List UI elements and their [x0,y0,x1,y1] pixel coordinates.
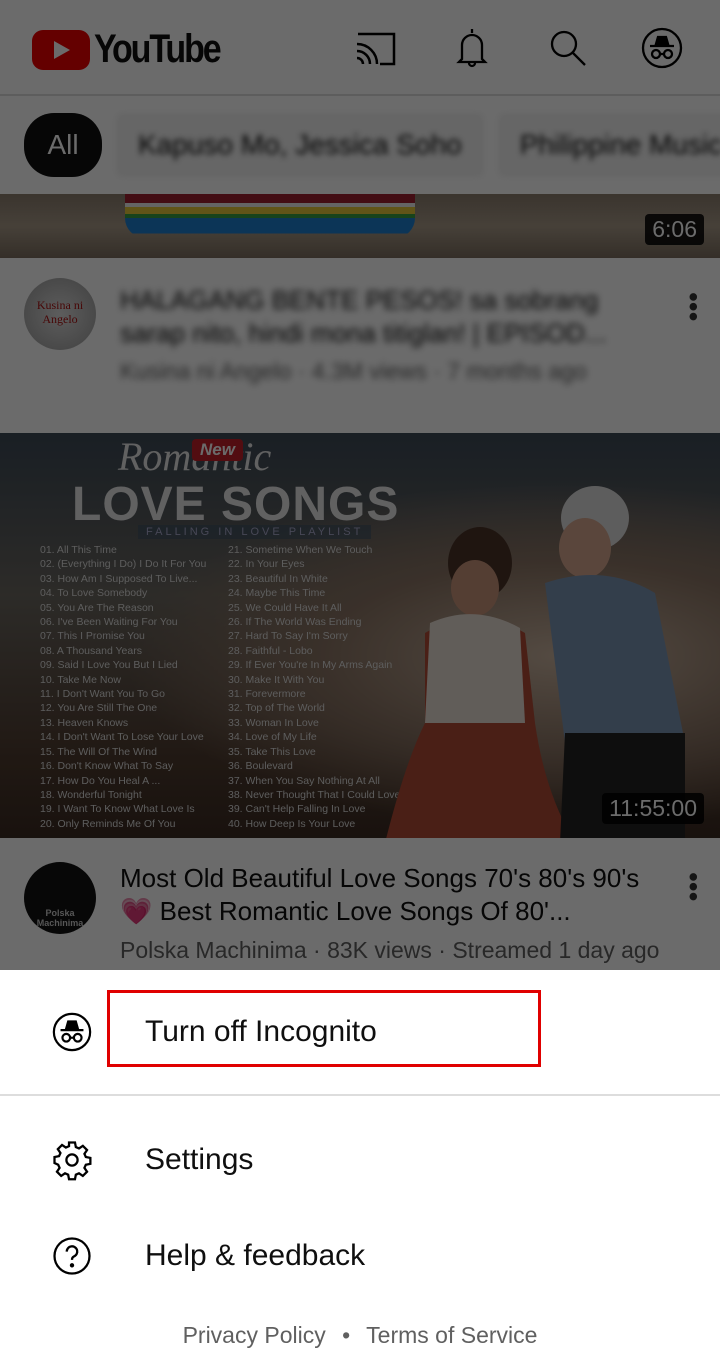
song-list-right: 21. Sometime When We Touch 22. In Your Ey… [228,543,400,831]
song-item: 13. Heaven Knows [40,716,129,729]
song-item: 04. To Love Somebody [40,587,148,600]
divider [0,1094,720,1096]
song-item: 01. All This Time [40,544,117,556]
menu-item-settings[interactable]: Settings [0,1120,720,1200]
song-item: 28. Faithful - Lobo [228,644,313,657]
video-thumbnail[interactable]: Romantic New LOVE SONGS FALLING IN LOVE … [0,433,720,838]
play-logo-icon [32,29,90,70]
song-item: 08. A Thousand Years [40,644,142,657]
highlight-box [107,990,541,1067]
song-item: 35. Take This Love [228,745,316,758]
channel-avatar[interactable]: Kusina ni Angelo [24,278,96,350]
song-item: 19. I Want To Know What Love Is [40,803,195,816]
video-title[interactable]: HALAGANG BENTE PESOS! sa sobrang sarap n… [120,284,660,350]
song-item: 39. Can't Help Falling In Love [228,803,366,816]
song-item: 33. Woman In Love [228,716,319,729]
duration-badge: 11:55:00 [602,793,704,824]
song-item: 17. How Do You Heal A ... [40,774,161,787]
song-item: 20. Only Reminds Me Of You [40,817,176,830]
song-item: 40. How Deep Is Your Love [228,817,356,830]
cast-icon[interactable] [354,26,398,70]
video-meta: Polska Machinima · 83K views · Streamed … [120,937,660,963]
song-item: 03. How Am I Supposed To Live... [40,572,198,585]
chip-philippine-music[interactable]: Philippine Music [497,113,720,177]
song-item: 11. I Don't Want You To Go [40,688,165,701]
new-badge: New [192,439,243,461]
song-item: 21. Sometime When We Touch [228,544,373,556]
thumbnail-headline: LOVE SONGS [72,478,400,531]
separator: • [342,1322,351,1348]
song-item: 36. Boulevard [228,760,293,773]
song-item: 15. The Will Of The Wind [40,745,157,758]
video-title[interactable]: Most Old Beautiful Love Songs 70's 80's … [120,862,660,928]
more-options-icon[interactable]: ••• [678,292,709,321]
incognito-account-icon[interactable] [640,26,684,70]
song-item: 23. Beautiful In White [228,572,328,585]
chip-all[interactable]: All [24,113,102,177]
youtube-logo[interactable]: YouTube [32,27,242,72]
song-item: 22. In Your Eyes [228,558,305,571]
duration-badge: 6:06 [645,214,704,245]
song-item: 34. Love of My Life [228,731,317,744]
youtube-feed: YouTube All Kapuso Mo, Jessica Soho Phil… [0,0,720,970]
chip-kapuso-mo[interactable]: Kapuso Mo, Jessica Soho [116,113,484,177]
song-item: 02. (Everything I Do) I Do It For You [40,558,207,571]
song-item: 24. Maybe This Time [228,587,326,600]
thumbnail-subtitle: FALLING IN LOVE PLAYLIST [138,525,372,539]
channel-logo-text: Kusina ni Angelo [36,298,84,326]
song-item: 26. If The World Was Ending [228,616,362,629]
song-item: 25. We Could Have It All [228,601,342,614]
footer-links: Privacy Policy • Terms of Service [0,1322,720,1349]
thumbnail-image [125,194,415,238]
channel-avatar[interactable]: Polska Machinima [24,862,96,934]
song-item: 29. If Ever You're In My Arms Again [228,659,393,672]
song-item: 38. Never Thought That I Could Love [228,788,401,801]
song-item: 14. I Don't Want To Lose Your Love [40,731,204,744]
song-item: 10. Take Me Now [40,673,121,686]
song-item: 30. Make It With You [228,673,325,686]
bell-icon[interactable] [450,26,494,70]
more-options-icon[interactable]: ••• [678,872,709,901]
filter-chips: All Kapuso Mo, Jessica Soho Philippine M… [24,113,720,177]
song-item: 32. Top of The World [228,702,325,715]
song-item: 06. I've Been Waiting For You [40,616,178,629]
couple-photo [386,486,685,838]
video-info-row[interactable]: Kusina ni Angelo HALAGANG BENTE PESOS! s… [0,258,720,433]
terms-of-service-link[interactable]: Terms of Service [366,1322,537,1348]
account-menu-sheet: Turn off Incognito Settings Help & feedb… [0,970,720,1369]
song-item: 16. Don't Know What To Say [40,760,174,773]
menu-label: Help & feedback [145,1239,366,1272]
logo-text: YouTube [94,27,222,71]
song-item: 37. When You Say Nothing At All [228,774,380,787]
privacy-policy-link[interactable]: Privacy Policy [183,1322,326,1348]
song-item: 31. Forevermore [228,688,306,701]
incognito-icon [52,1012,92,1052]
video-thumbnail[interactable]: 6:06 [0,194,720,258]
search-icon[interactable] [546,26,590,70]
help-icon [53,1237,91,1275]
menu-label: Settings [145,1143,254,1176]
top-bar: YouTube [0,0,720,96]
song-item: 05. You Are The Reason [40,601,154,614]
channel-logo-text: Polska Machinima [36,908,84,928]
menu-item-help-feedback[interactable]: Help & feedback [0,1216,720,1296]
song-list-left: 01. All This Time 02. (Everything I Do) I… [40,543,206,831]
video-meta: Kusina ni Angelo · 4.3M views · 7 months… [120,358,587,384]
song-item: 09. Said I Love You But I Lied [40,659,178,672]
gear-icon [53,1141,92,1181]
song-item: 27. Hard To Say I'm Sorry [228,630,348,643]
song-item: 18. Wonderful Tonight [40,788,142,801]
video-info-row[interactable]: Polska Machinima Most Old Beautiful Love… [0,838,720,970]
song-item: 07. This I Promise You [40,630,145,643]
song-item: 12. You Are Still The One [40,702,158,715]
